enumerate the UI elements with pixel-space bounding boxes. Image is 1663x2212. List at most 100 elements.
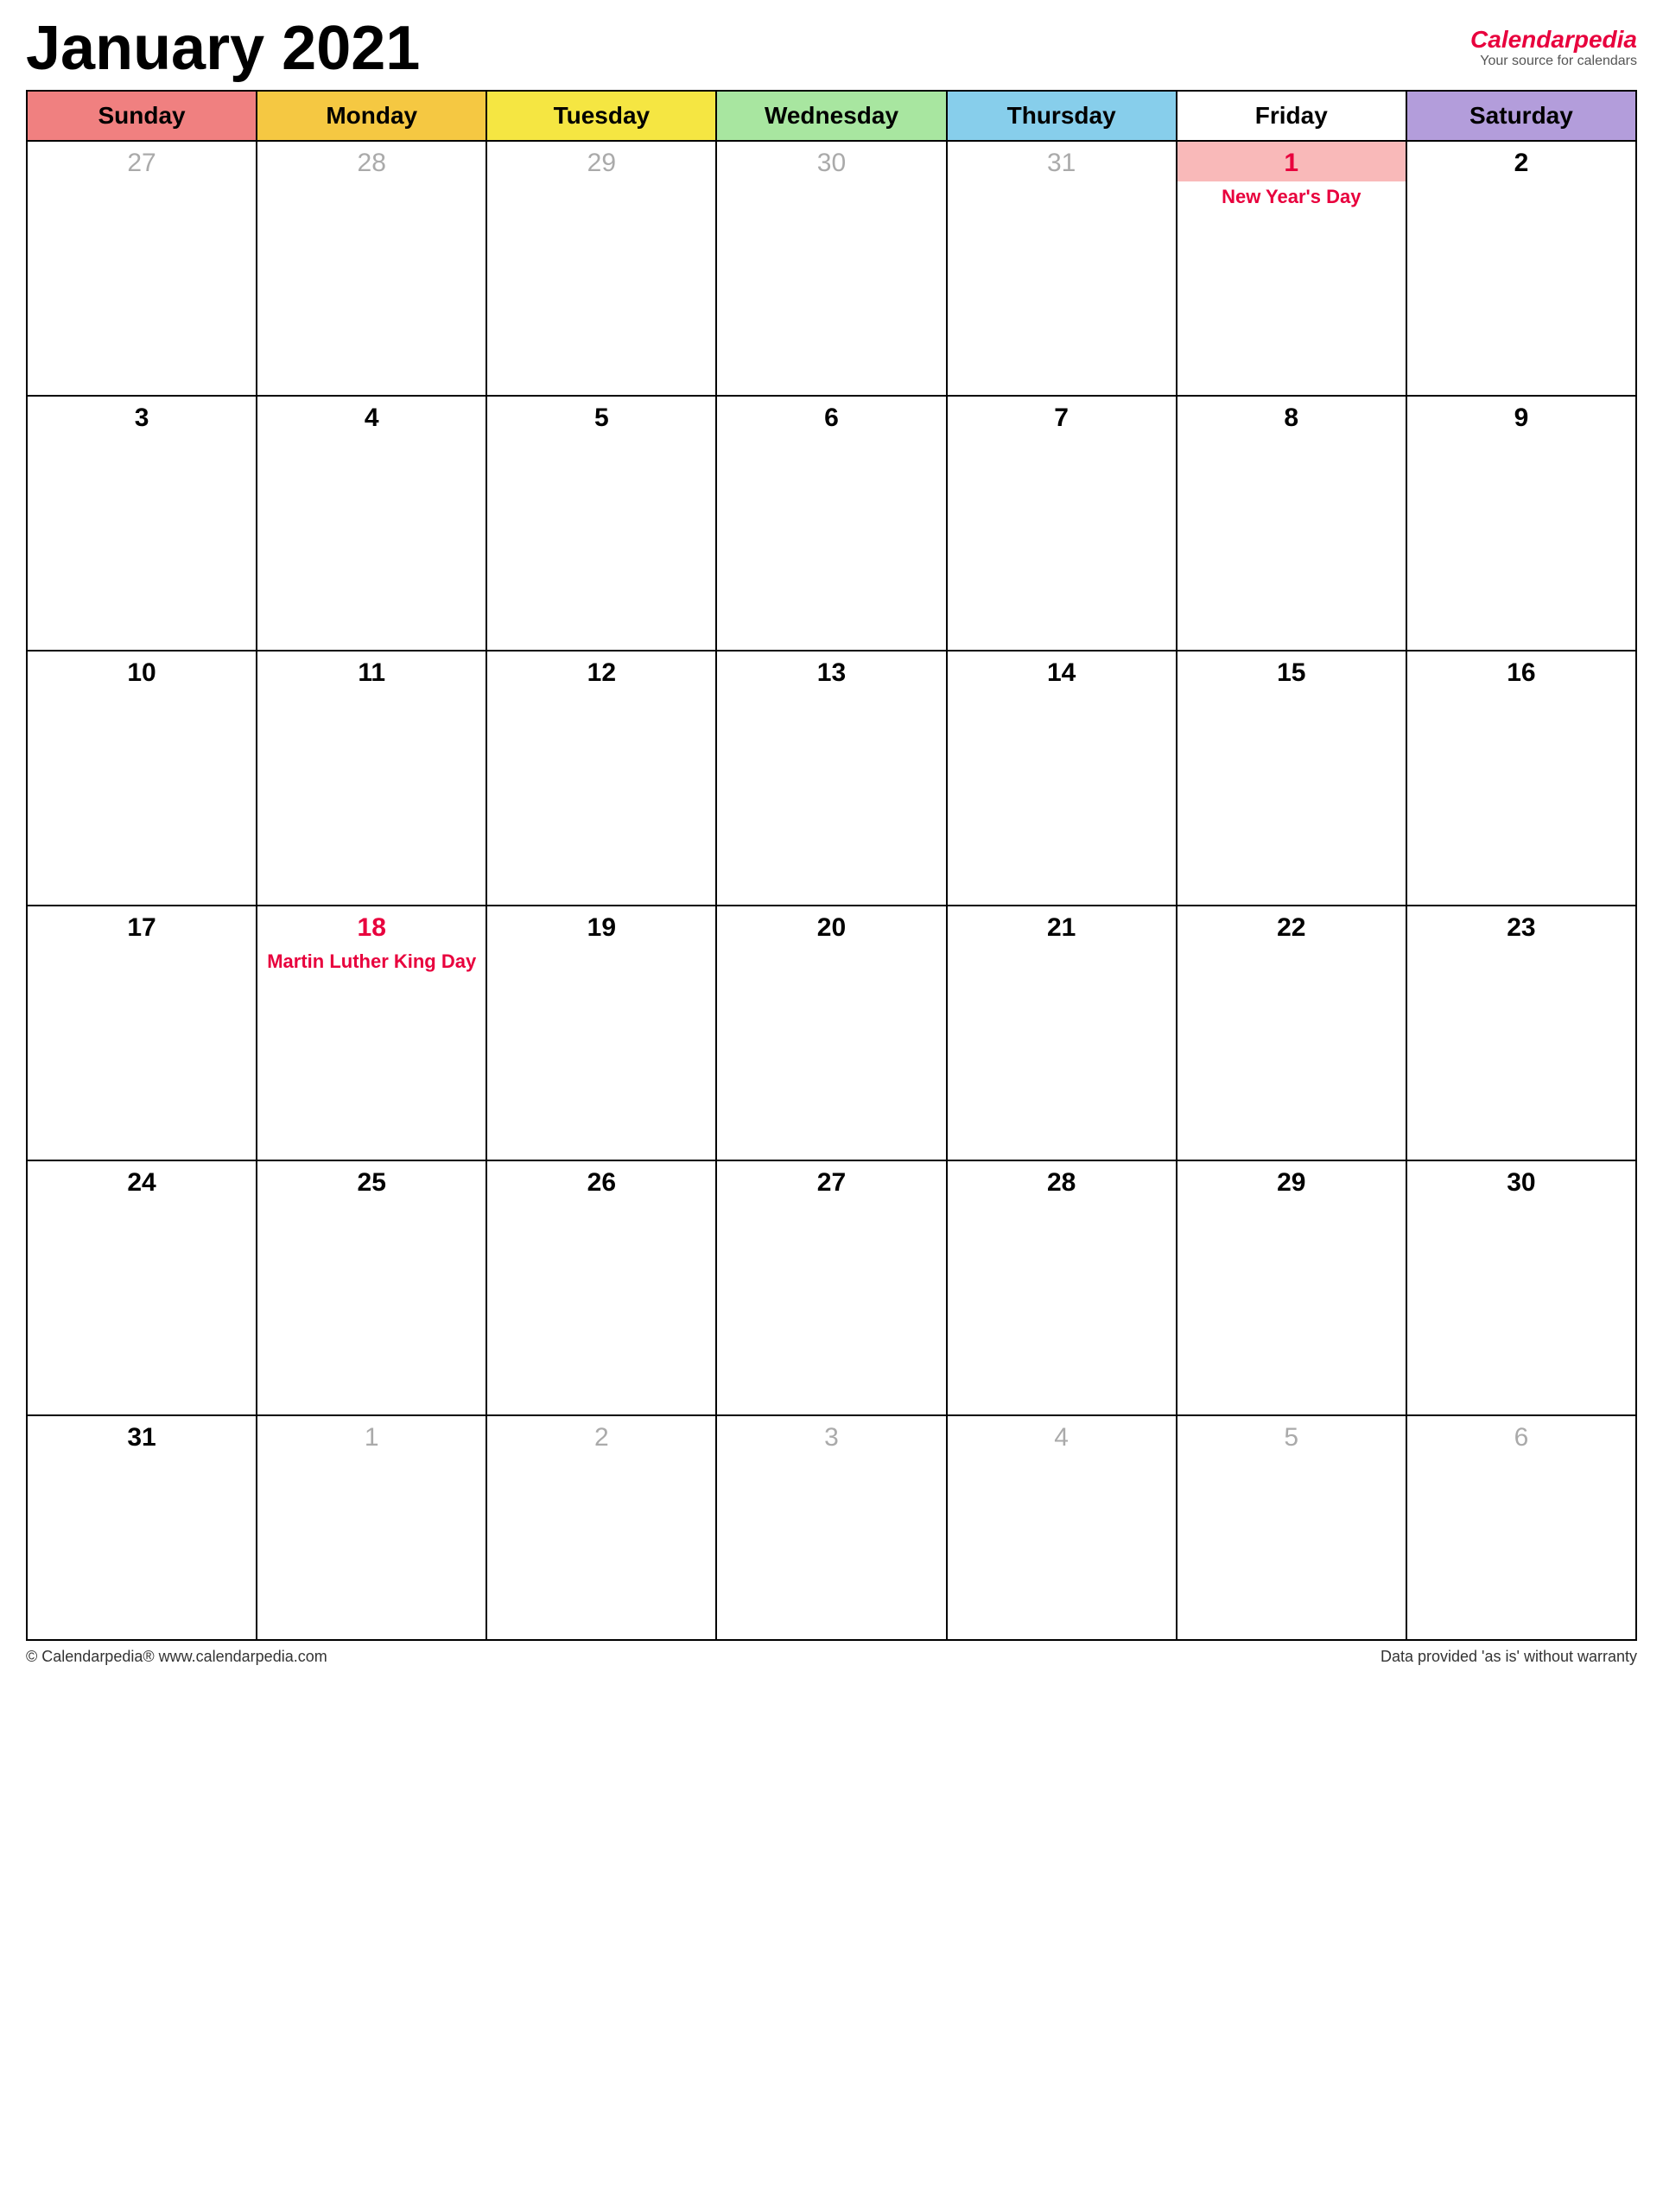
day-number: 21: [948, 906, 1176, 946]
calendar-day-cell: 5: [486, 396, 716, 651]
calendar-week-row: 27282930311New Year's Day2: [27, 141, 1636, 396]
calendar-day-cell: 31: [27, 1415, 257, 1640]
header-monday: Monday: [257, 91, 486, 141]
day-number: 28: [948, 1161, 1176, 1201]
day-number: 6: [1407, 1416, 1635, 1456]
calendar-day-cell: 3: [716, 1415, 946, 1640]
day-number: 28: [257, 142, 486, 181]
calendar-week-row: 31123456: [27, 1415, 1636, 1640]
logo-italic: pedia: [1574, 26, 1637, 53]
day-number: 1: [1177, 142, 1406, 181]
day-number: 29: [1177, 1161, 1406, 1201]
calendar-week-row: 10111213141516: [27, 651, 1636, 906]
calendar-day-cell: 30: [716, 141, 946, 396]
header-saturday: Saturday: [1406, 91, 1636, 141]
calendar-day-cell: 27: [716, 1160, 946, 1415]
month-title: January 2021: [26, 17, 420, 79]
day-number: 29: [487, 142, 715, 181]
calendar-day-cell: 9: [1406, 396, 1636, 651]
calendar-day-cell: 8: [1177, 396, 1406, 651]
day-number: 30: [717, 142, 945, 181]
day-number: 27: [28, 142, 256, 181]
calendar-week-row: 3456789: [27, 396, 1636, 651]
day-number: 5: [487, 397, 715, 436]
calendar-day-cell: 17: [27, 906, 257, 1160]
calendar-week-row: 24252627282930: [27, 1160, 1636, 1415]
calendar-day-cell: 25: [257, 1160, 486, 1415]
calendar-day-cell: 26: [486, 1160, 716, 1415]
day-number: 3: [28, 397, 256, 436]
calendar-day-cell: 6: [716, 396, 946, 651]
calendar-day-cell: 1New Year's Day: [1177, 141, 1406, 396]
day-number: 11: [257, 652, 486, 691]
day-number: 31: [28, 1416, 256, 1456]
day-number: 2: [487, 1416, 715, 1456]
header-tuesday: Tuesday: [486, 91, 716, 141]
page-header: January 2021 Calendarpedia Your source f…: [26, 17, 1637, 79]
calendar-day-cell: 4: [257, 396, 486, 651]
day-number: 7: [948, 397, 1176, 436]
calendar-day-cell: 12: [486, 651, 716, 906]
calendar-day-cell: 20: [716, 906, 946, 1160]
calendar-day-cell: 21: [947, 906, 1177, 1160]
calendar-day-cell: 13: [716, 651, 946, 906]
day-number: 6: [717, 397, 945, 436]
calendar-day-cell: 18Martin Luther King Day: [257, 906, 486, 1160]
day-number: 22: [1177, 906, 1406, 946]
logo-tagline: Your source for calendars: [1470, 54, 1637, 69]
calendar-day-cell: 31: [947, 141, 1177, 396]
calendar-day-cell: 29: [1177, 1160, 1406, 1415]
header-thursday: Thursday: [947, 91, 1177, 141]
calendar-day-cell: 6: [1406, 1415, 1636, 1640]
calendar-day-cell: 10: [27, 651, 257, 906]
calendar-day-cell: 7: [947, 396, 1177, 651]
day-number: 25: [257, 1161, 486, 1201]
footer-right: Data provided 'as is' without warranty: [1381, 1648, 1637, 1666]
day-number: 13: [717, 652, 945, 691]
day-number: 14: [948, 652, 1176, 691]
calendar-day-cell: 27: [27, 141, 257, 396]
logo: Calendarpedia Your source for calendars: [1470, 17, 1637, 69]
footer-left: © Calendarpedia® www.calendarpedia.com: [26, 1648, 327, 1666]
day-number: 23: [1407, 906, 1635, 946]
day-number: 27: [717, 1161, 945, 1201]
calendar-day-cell: 14: [947, 651, 1177, 906]
calendar-day-cell: 28: [257, 141, 486, 396]
day-number: 12: [487, 652, 715, 691]
weekday-header-row: Sunday Monday Tuesday Wednesday Thursday…: [27, 91, 1636, 141]
calendar-day-cell: 11: [257, 651, 486, 906]
day-number: 4: [257, 397, 486, 436]
header-sunday: Sunday: [27, 91, 257, 141]
calendar-day-cell: 24: [27, 1160, 257, 1415]
header-friday: Friday: [1177, 91, 1406, 141]
calendar-day-cell: 2: [1406, 141, 1636, 396]
calendar-day-cell: 29: [486, 141, 716, 396]
calendar-day-cell: 30: [1406, 1160, 1636, 1415]
day-number: 1: [257, 1416, 486, 1456]
calendar-day-cell: 5: [1177, 1415, 1406, 1640]
day-number: 18: [257, 906, 486, 946]
day-number: 10: [28, 652, 256, 691]
calendar-day-cell: 2: [486, 1415, 716, 1640]
calendar-day-cell: 3: [27, 396, 257, 651]
day-number: 31: [948, 142, 1176, 181]
calendar-table: Sunday Monday Tuesday Wednesday Thursday…: [26, 90, 1637, 1641]
calendar-day-cell: 4: [947, 1415, 1177, 1640]
calendar-day-cell: 19: [486, 906, 716, 1160]
holiday-label: New Year's Day: [1177, 181, 1406, 213]
day-number: 17: [28, 906, 256, 946]
holiday-label: Martin Luther King Day: [257, 946, 486, 978]
calendar-day-cell: 16: [1406, 651, 1636, 906]
day-number: 4: [948, 1416, 1176, 1456]
page-footer: © Calendarpedia® www.calendarpedia.com D…: [26, 1648, 1637, 1666]
calendar-day-cell: 28: [947, 1160, 1177, 1415]
day-number: 9: [1407, 397, 1635, 436]
day-number: 19: [487, 906, 715, 946]
header-wednesday: Wednesday: [716, 91, 946, 141]
day-number: 26: [487, 1161, 715, 1201]
calendar-day-cell: 23: [1406, 906, 1636, 1160]
logo-name: Calendarpedia: [1470, 26, 1637, 54]
day-number: 8: [1177, 397, 1406, 436]
day-number: 16: [1407, 652, 1635, 691]
calendar-day-cell: 15: [1177, 651, 1406, 906]
